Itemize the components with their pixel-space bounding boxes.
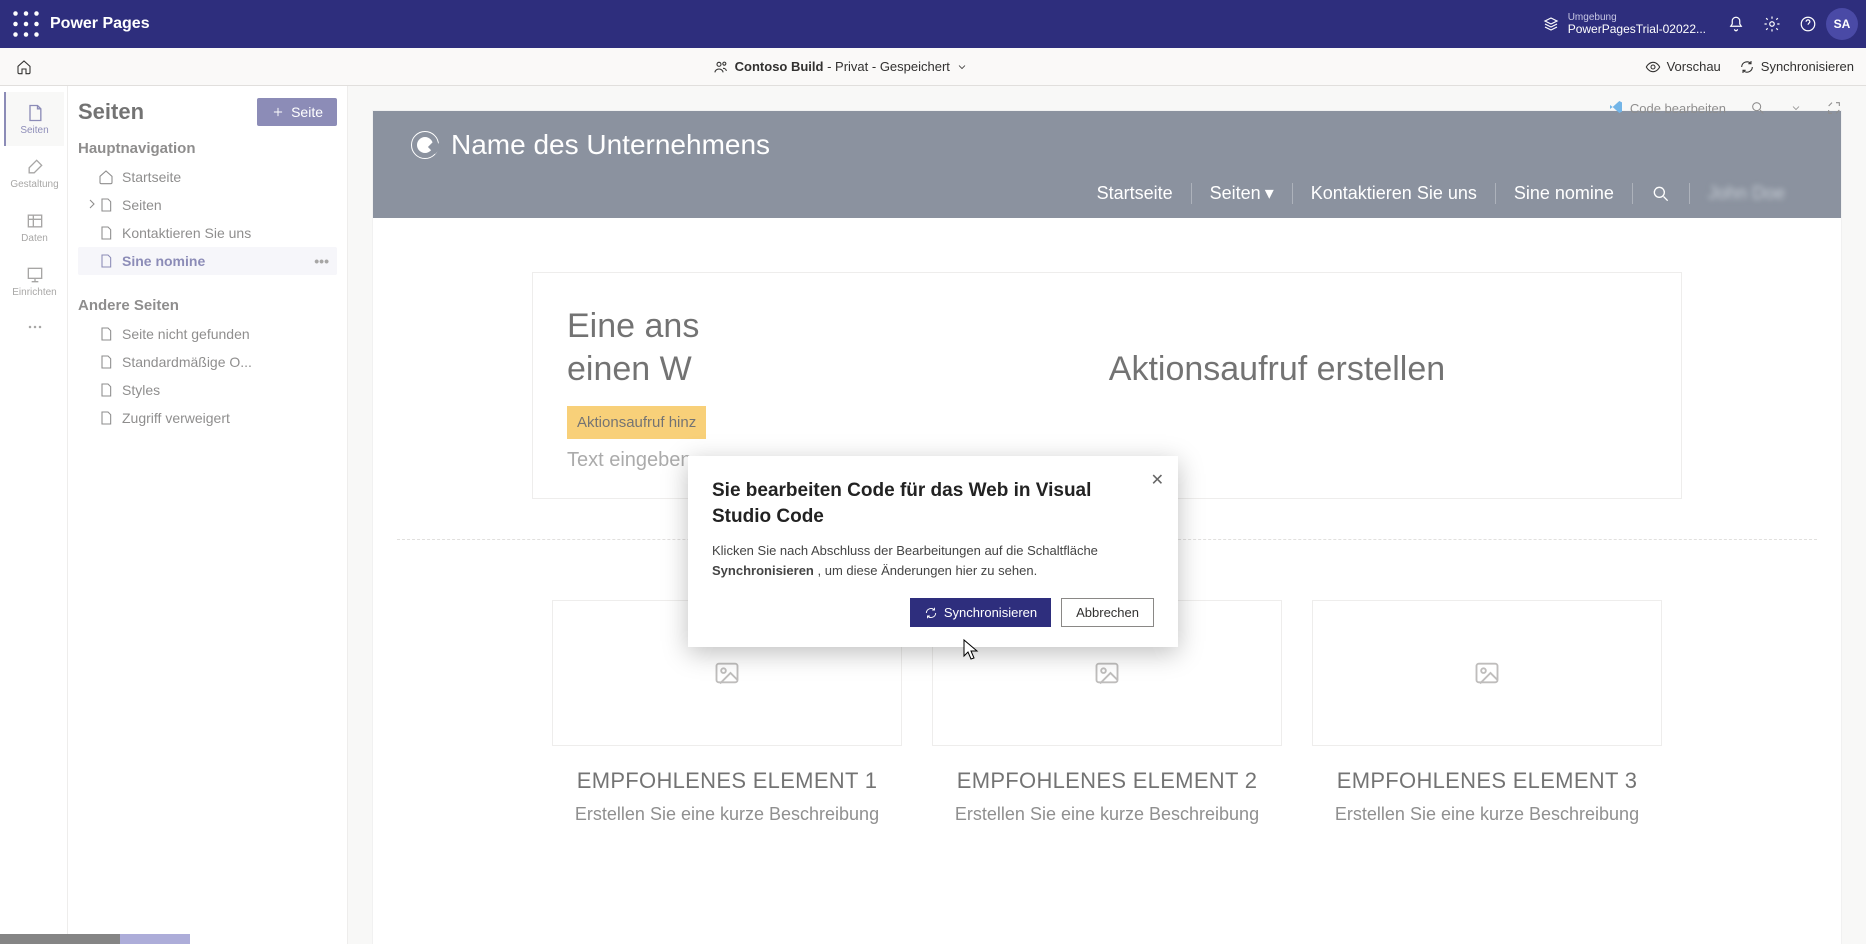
help-icon[interactable] [1790, 6, 1826, 42]
user-avatar[interactable]: SA [1826, 8, 1858, 40]
environment-icon [1542, 15, 1560, 33]
settings-icon[interactable] [1754, 6, 1790, 42]
app-bar: Power Pages Umgebung PowerPagesTrial-020… [0, 0, 1866, 48]
context-bar: Contoso Build - Privat - Gespeichert Vor… [0, 48, 1866, 86]
sync-button[interactable]: Synchronisieren [910, 598, 1051, 627]
site-name: Contoso Build [735, 59, 824, 74]
people-icon [713, 59, 729, 75]
environment-picker[interactable]: Umgebung PowerPagesTrial-02022... [1542, 12, 1706, 36]
env-name: PowerPagesTrial-02022... [1568, 23, 1706, 36]
modal-body: Klicken Sie nach Abschluss der Bearbeitu… [712, 541, 1154, 580]
cancel-button[interactable]: Abbrechen [1061, 598, 1154, 627]
sync-icon [924, 606, 938, 620]
site-status: - Privat - Gespeichert [823, 59, 949, 74]
sync-modal: ✕ Sie bearbeiten Code für das Web in Vis… [688, 456, 1178, 647]
eye-icon [1645, 59, 1661, 75]
close-icon[interactable]: ✕ [1151, 470, 1164, 490]
notifications-icon[interactable] [1718, 6, 1754, 42]
preview-link[interactable]: Vorschau [1645, 59, 1721, 75]
sync-icon [1739, 59, 1755, 75]
waffle-icon[interactable] [8, 6, 44, 42]
sync-link[interactable]: Synchronisieren [1739, 59, 1854, 75]
modal-title: Sie bearbeiten Code für das Web in Visua… [712, 478, 1154, 529]
home-icon[interactable] [12, 59, 36, 75]
chevron-down-icon[interactable] [956, 61, 968, 73]
product-title: Power Pages [50, 15, 150, 33]
